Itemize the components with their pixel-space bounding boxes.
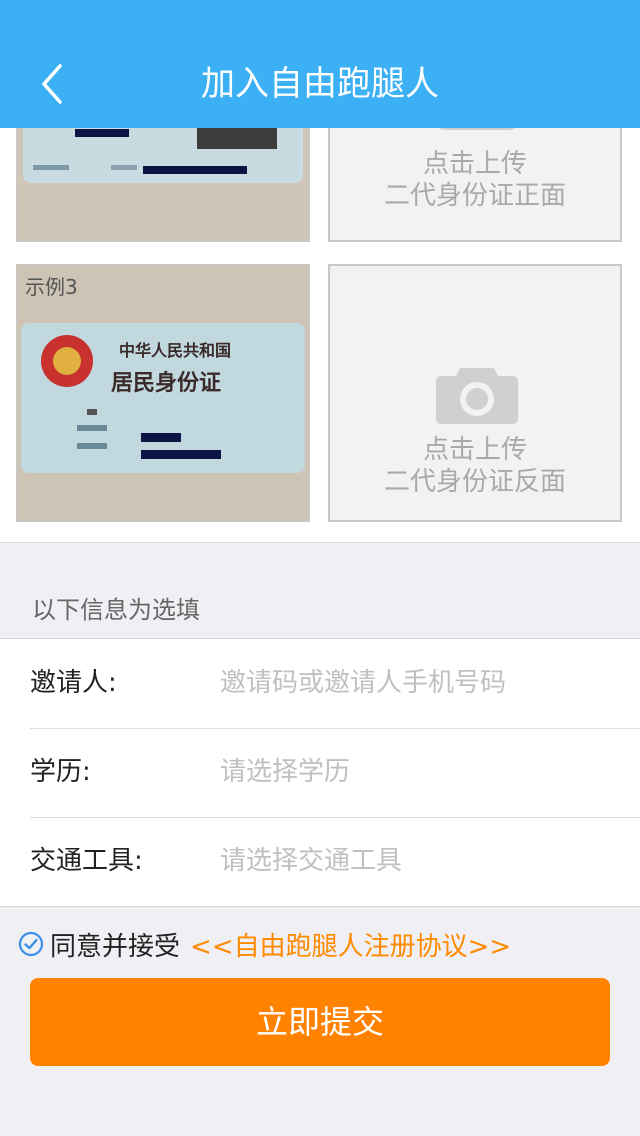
inviter-row: 邀请人: bbox=[0, 639, 640, 728]
education-label: 学历: bbox=[30, 757, 91, 787]
optional-form: 邀请人: 学历: 交通工具: bbox=[0, 638, 640, 907]
example-photo-3: 示例3 中华人民共和国 居民身份证 bbox=[16, 264, 310, 522]
status-bar bbox=[0, 0, 640, 40]
example-photo-front bbox=[16, 128, 310, 242]
agreement-row: 同意并接受 <<自由跑腿人注册协议>> bbox=[18, 925, 511, 963]
upload-front-line2: 二代身份证正面 bbox=[383, 181, 566, 211]
upload-id-front[interactable]: 点击上传 二代身份证正面 bbox=[328, 128, 622, 242]
agreement-text: 同意并接受 bbox=[50, 931, 181, 962]
transport-row: 交通工具: bbox=[0, 817, 640, 906]
example-id-card-image bbox=[17, 128, 309, 241]
transport-select[interactable] bbox=[218, 841, 622, 881]
submit-button[interactable]: 立即提交 bbox=[30, 978, 610, 1066]
transport-label: 交通工具: bbox=[30, 846, 143, 876]
back-button[interactable] bbox=[34, 60, 80, 108]
camera-icon bbox=[436, 368, 518, 424]
upload-back-line2: 二代身份证反面 bbox=[383, 467, 566, 497]
card-title-1: 中华人民共和国 bbox=[119, 341, 232, 360]
camera-icon bbox=[439, 128, 515, 130]
check-circle-icon[interactable] bbox=[18, 931, 44, 957]
example-label: 示例3 bbox=[25, 275, 78, 299]
card-title-2: 居民身份证 bbox=[111, 370, 222, 396]
upload-back-line1: 点击上传 bbox=[422, 435, 527, 465]
optional-section-label: 以下信息为选填 bbox=[32, 596, 200, 624]
nav-bar: 加入自由跑腿人 bbox=[0, 40, 640, 128]
upload-front-line1: 点击上传 bbox=[422, 149, 527, 179]
inviter-input[interactable] bbox=[218, 663, 622, 703]
chevron-left-icon bbox=[42, 64, 62, 104]
inviter-label: 邀请人: bbox=[30, 668, 117, 698]
upload-id-back[interactable]: 点击上传 二代身份证反面 bbox=[328, 264, 622, 522]
education-row: 学历: bbox=[0, 728, 640, 817]
education-select[interactable] bbox=[218, 752, 622, 792]
page-title: 加入自由跑腿人 bbox=[201, 64, 439, 104]
id-photo-section: 点击上传 二代身份证正面 示例3 中华人民共和国 居民身份证 点击上传 二代身份… bbox=[0, 128, 640, 543]
agreement-link[interactable]: <<自由跑腿人注册协议>> bbox=[190, 926, 511, 963]
